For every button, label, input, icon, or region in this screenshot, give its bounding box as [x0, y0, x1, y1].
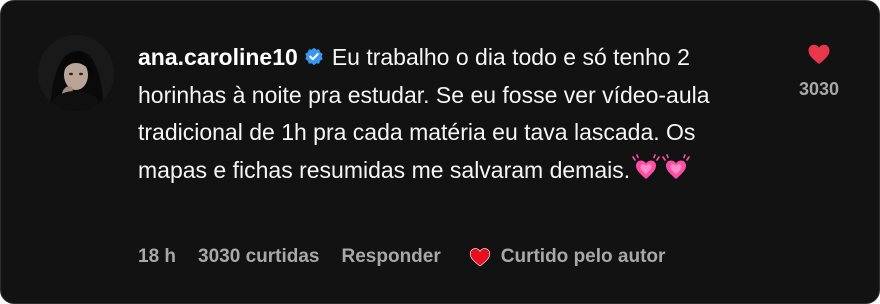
growing-heart-icon — [662, 153, 690, 179]
author-liked-label: Curtido pelo autor — [500, 246, 666, 267]
avatar[interactable] — [38, 35, 114, 111]
username[interactable]: ana.caroline10 — [138, 44, 298, 70]
growing-heart-icon — [632, 153, 660, 179]
like-column: 3030 — [791, 43, 847, 100]
reply-button[interactable]: Responder — [342, 246, 441, 268]
like-heart-icon[interactable] — [807, 43, 831, 65]
verified-badge-icon — [305, 47, 323, 66]
comment-card: ana.caroline10 Eu trabalho o dia todo e s… — [0, 0, 880, 304]
author-liked-indicator: Curtido pelo autor — [469, 246, 666, 268]
avatar-photo — [38, 35, 114, 111]
comment-body: ana.caroline10 Eu trabalho o dia todo e s… — [138, 39, 738, 189]
timestamp[interactable]: 18 h — [138, 246, 176, 268]
likes-count-link[interactable]: 3030 curtidas — [198, 246, 319, 268]
comment-meta: 18 h 3030 curtidas Responder Curtido pel… — [138, 245, 665, 269]
heart-icon — [469, 248, 490, 267]
like-count: 3030 — [798, 79, 840, 99]
